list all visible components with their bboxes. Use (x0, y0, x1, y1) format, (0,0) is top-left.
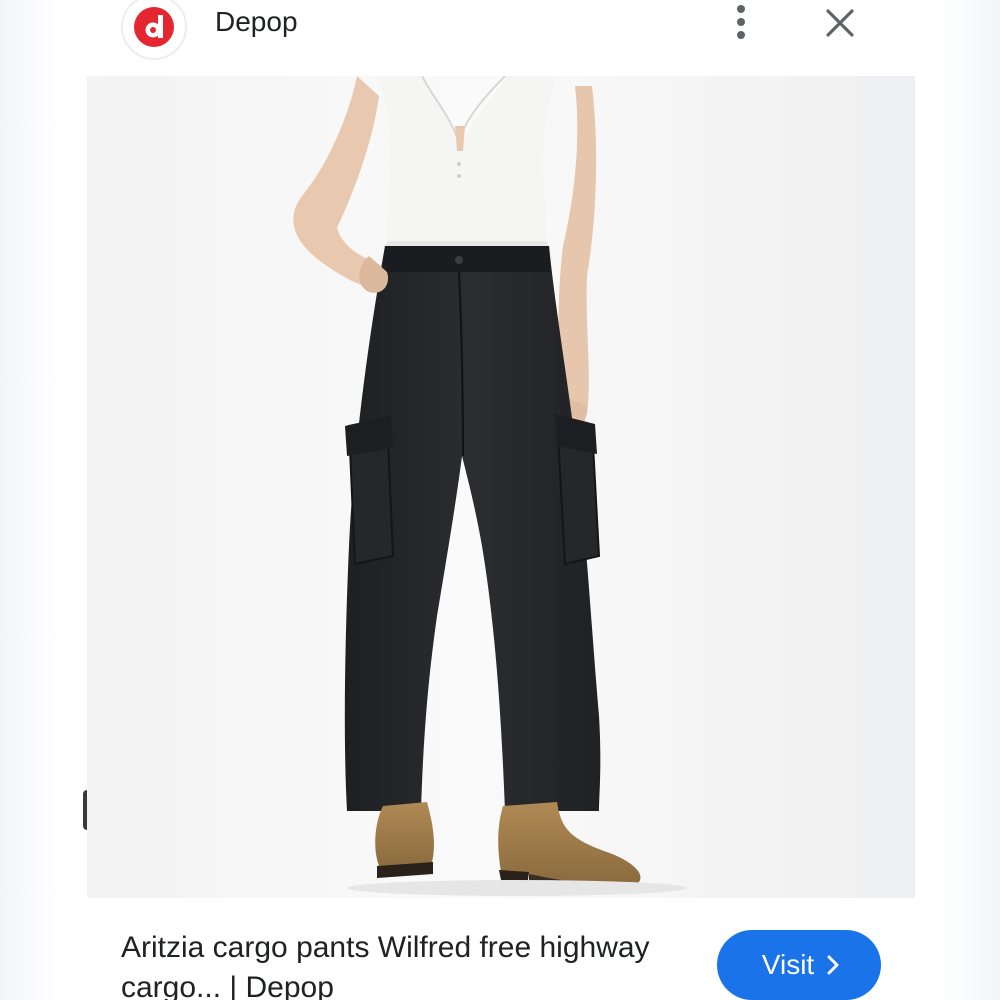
visit-label: Visit (761, 949, 815, 980)
next-image-peek[interactable] (859, 76, 915, 898)
close-button[interactable] (819, 2, 861, 44)
chevron-right-icon (826, 954, 840, 976)
more-vert-icon (737, 5, 745, 39)
result-title[interactable]: Aritzia cargo pants Wilfred free highway… (121, 928, 681, 1000)
site-logo[interactable] (121, 0, 187, 60)
result-preview-card: Depop Aritzia cargo pants Wilfred free h… (87, 0, 915, 1000)
product-photo-illustration (87, 76, 859, 898)
visit-button[interactable]: Visit (717, 930, 881, 1000)
depop-logo-icon (134, 7, 174, 47)
close-icon (826, 9, 854, 37)
depop-d-glyph (145, 15, 163, 38)
site-name[interactable]: Depop (215, 4, 298, 40)
preview-header: Depop (87, 0, 915, 76)
product-image[interactable] (87, 76, 859, 898)
screen: Depop Aritzia cargo pants Wilfred free h… (0, 0, 1000, 1000)
more-options-button[interactable] (723, 2, 759, 42)
